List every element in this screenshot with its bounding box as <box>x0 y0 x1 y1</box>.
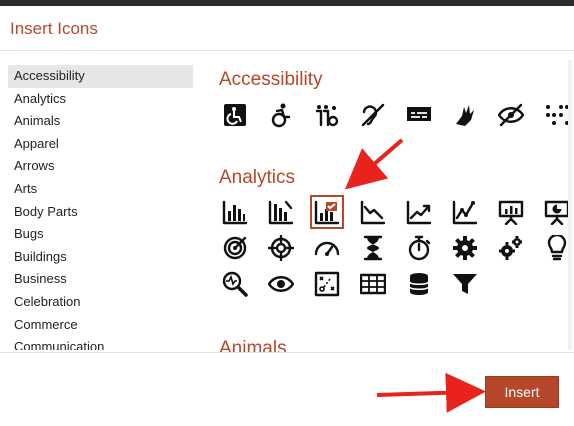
arrow-to-insert-button <box>376 372 486 413</box>
annotation-arrows <box>344 138 486 413</box>
arrow-to-highlighted-icon <box>344 138 404 190</box>
